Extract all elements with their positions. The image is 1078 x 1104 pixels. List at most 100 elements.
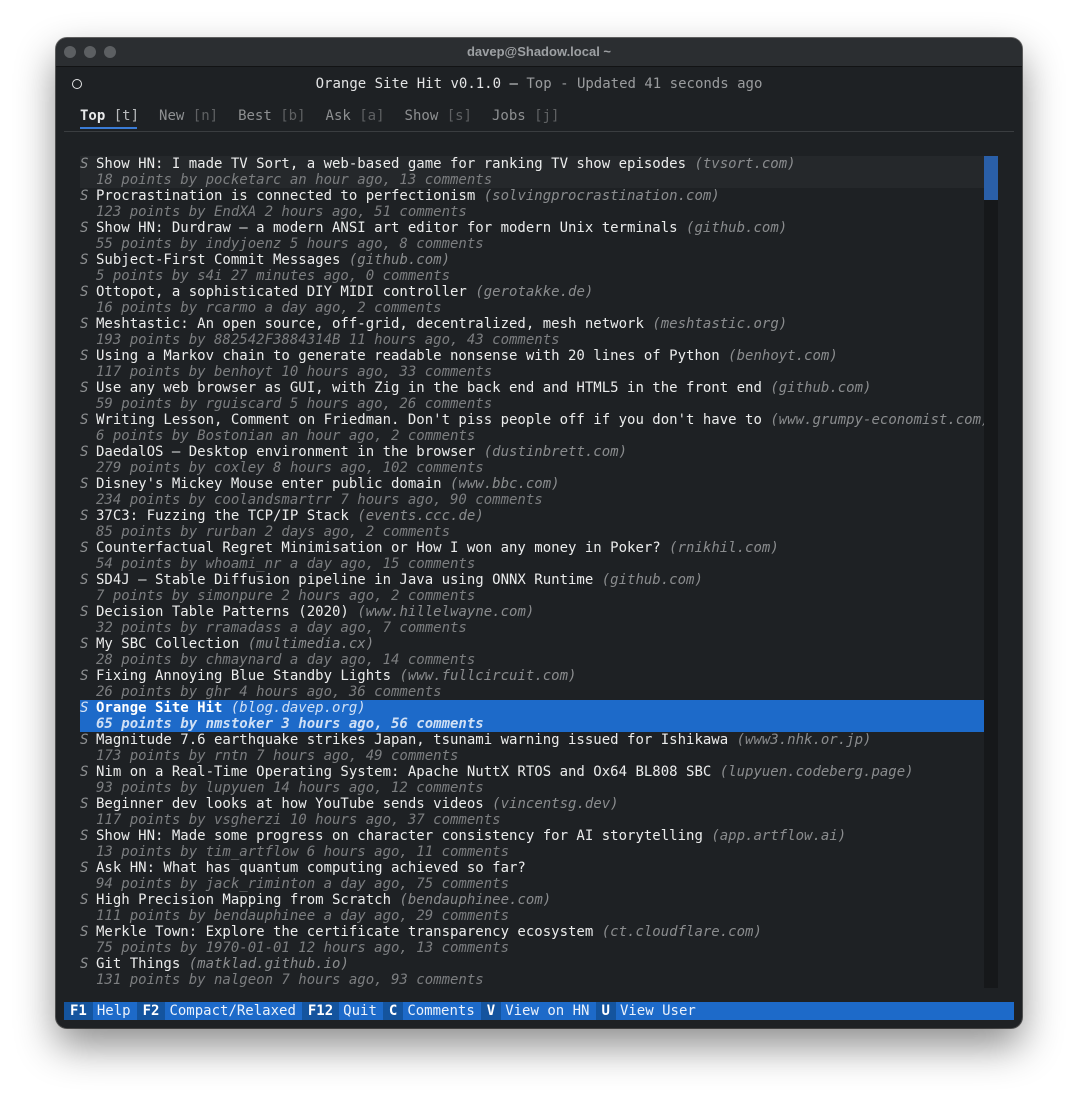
- story-item[interactable]: S High Precision Mapping from Scratch (be…: [80, 892, 984, 924]
- story-meta: 32 points by rramadass a day ago, 7 comm…: [96, 620, 467, 636]
- story-item[interactable]: S Disney's Mickey Mouse enter public doma…: [80, 476, 984, 508]
- story-type-marker: S: [80, 284, 89, 300]
- footer-key-u[interactable]: U: [595, 1002, 616, 1020]
- story-meta: 54 points by whoami_nr a day ago, 15 com…: [96, 556, 476, 572]
- footer-key-f12-label[interactable]: Quit: [339, 1002, 383, 1020]
- window-title: davep@Shadow.local ~: [466, 44, 612, 59]
- story-type-marker: S: [80, 828, 89, 844]
- story-item[interactable]: S Show HN: I made TV Sort, a web-based ga…: [80, 156, 984, 188]
- story-item[interactable]: S Fixing Annoying Blue Standby Lights (ww…: [80, 668, 984, 700]
- story-type-marker: S: [80, 316, 89, 332]
- tab-best[interactable]: Best [b]: [238, 107, 305, 125]
- story-title: Writing Lesson, Comment on Friedman. Don…: [96, 412, 762, 428]
- tab-show[interactable]: Show [s]: [405, 107, 472, 125]
- story-item[interactable]: S Show HN: Made some progress on characte…: [80, 828, 984, 860]
- story-domain: (blog.davep.org): [230, 700, 366, 716]
- footer-key-f1[interactable]: F1: [64, 1002, 93, 1020]
- story-type-marker: S: [80, 796, 89, 812]
- story-meta: 59 points by rguiscard 5 hours ago, 26 c…: [96, 396, 493, 412]
- story-item[interactable]: S Ottopot, a sophisticated DIY MIDI contr…: [80, 284, 984, 316]
- active-tab-underline: [80, 127, 137, 129]
- footer-key-c-label[interactable]: Comments: [403, 1002, 480, 1020]
- story-item[interactable]: S Show HN: Durdraw – a modern ANSI art ed…: [80, 220, 984, 252]
- tab-ask[interactable]: Ask [a]: [326, 107, 385, 125]
- tab-divider: [64, 131, 1014, 132]
- footer-key-f2[interactable]: F2: [136, 1002, 166, 1020]
- story-item[interactable]: S Use any web browser as GUI, with Zig in…: [80, 380, 984, 412]
- tab-shortcut: [a]: [359, 108, 385, 124]
- footer-key-u-label[interactable]: View User: [616, 1002, 702, 1020]
- story-domain: (www.hillelwayne.com): [357, 604, 535, 620]
- tab-label: Ask: [325, 108, 351, 124]
- story-item[interactable]: S Counterfactual Regret Minimisation or H…: [80, 540, 984, 572]
- story-list[interactable]: S Show HN: I made TV Sort, a web-based ga…: [80, 156, 989, 988]
- story-title-line: SD4J – Stable Diffusion pipeline in Java…: [96, 572, 703, 588]
- story-item[interactable]: S DaedalOS – Desktop environment in the b…: [80, 444, 984, 476]
- story-title-line: Git Things (matklad.github.io): [96, 956, 349, 972]
- story-title: Subject-First Commit Messages: [96, 252, 341, 268]
- story-domain: (tvsort.com): [694, 156, 796, 172]
- story-domain: (solvingprocrastination.com): [483, 188, 720, 204]
- story-item[interactable]: S Magnitude 7.6 earthquake strikes Japan,…: [80, 732, 984, 764]
- scrollbar-thumb[interactable]: [984, 156, 998, 200]
- story-item[interactable]: S Git Things (matklad.github.io) 131 point…: [80, 956, 984, 988]
- story-item[interactable]: S My SBC Collection (multimedia.cx) 28 poi…: [80, 636, 984, 668]
- tab-jobs[interactable]: Jobs [j]: [492, 107, 559, 125]
- story-item[interactable]: S Writing Lesson, Comment on Friedman. Do…: [80, 412, 989, 444]
- story-item[interactable]: S Procrastination is connected to perfect…: [80, 188, 984, 220]
- scrollbar[interactable]: [984, 156, 998, 988]
- terminal-window: davep@Shadow.local ~ Orange Site Hit v0.…: [56, 38, 1022, 1028]
- story-type-marker: S: [80, 572, 89, 588]
- tab-top[interactable]: Top [t]: [80, 107, 139, 125]
- tab-new[interactable]: New [n]: [159, 107, 218, 125]
- story-title: Orange Site Hit: [96, 700, 223, 716]
- story-domain: (events.ccc.de): [357, 508, 484, 524]
- story-domain: (rnikhil.com): [669, 540, 779, 556]
- footer-key-v-label[interactable]: View on HN: [501, 1002, 595, 1020]
- story-title-line: Disney's Mickey Mouse enter public domai…: [96, 476, 560, 492]
- story-type-marker: S: [80, 444, 89, 460]
- story-item[interactable]: S Nim on a Real-Time Operating System: Ap…: [80, 764, 984, 796]
- story-title: Ask HN: What has quantum computing achie…: [96, 860, 526, 876]
- story-domain: (gerotakke.de): [475, 284, 594, 300]
- story-item[interactable]: S Orange Site Hit (blog.davep.org) 65 poin…: [80, 700, 984, 732]
- story-type-marker: S: [80, 892, 89, 908]
- story-item[interactable]: S Decision Table Patterns (2020) (www.hil…: [80, 604, 984, 636]
- footer-key-f12[interactable]: F12: [301, 1002, 340, 1020]
- story-title: Meshtastic: An open source, off-grid, de…: [96, 316, 644, 332]
- story-type-marker: S: [80, 188, 89, 204]
- story-item[interactable]: S SD4J – Stable Diffusion pipeline in Jav…: [80, 572, 984, 604]
- story-meta: 7 points by simonpure 2 hours ago, 2 com…: [96, 588, 476, 604]
- app-title: Orange Site Hit v0.1.0: [315, 76, 502, 92]
- footer-key-f1-label[interactable]: Help: [93, 1002, 137, 1020]
- story-domain: (github.com): [770, 380, 872, 396]
- story-item[interactable]: S Beginner dev looks at how YouTube sends…: [80, 796, 984, 828]
- story-title-line: 37C3: Fuzzing the TCP/IP Stack (events.c…: [96, 508, 484, 524]
- story-title-line: Fixing Annoying Blue Standby Lights (www…: [96, 668, 576, 684]
- story-title: Decision Table Patterns (2020): [96, 604, 349, 620]
- story-type-marker: S: [80, 348, 89, 364]
- story-item[interactable]: S Subject-First Commit Messages (github.c…: [80, 252, 984, 284]
- story-title: Magnitude 7.6 earthquake strikes Japan, …: [96, 732, 729, 748]
- key-bindings-bar: F1 Help F2 Compact/Relaxed F12 Quit C Comments V…: [64, 1002, 1014, 1020]
- footer-key-c[interactable]: C: [382, 1002, 404, 1020]
- story-item[interactable]: S Using a Markov chain to generate readab…: [80, 348, 984, 380]
- story-item[interactable]: S Ask HN: What has quantum computing achi…: [80, 860, 984, 892]
- story-type-marker: S: [80, 764, 89, 780]
- story-title: Fixing Annoying Blue Standby Lights: [96, 668, 392, 684]
- tab-label: Best: [238, 108, 272, 124]
- story-meta: 131 points by nalgeon 7 hours ago, 93 co…: [96, 972, 484, 988]
- footer-key-f2-label[interactable]: Compact/Relaxed: [165, 1002, 301, 1020]
- story-type-marker: S: [80, 668, 89, 684]
- story-item[interactable]: S Meshtastic: An open source, off-grid, d…: [80, 316, 984, 348]
- story-domain: (github.com): [686, 220, 788, 236]
- story-item[interactable]: S Merkle Town: Explore the certificate tr…: [80, 924, 984, 956]
- story-domain: (meshtastic.org): [652, 316, 788, 332]
- story-title-line: Ask HN: What has quantum computing achie…: [96, 860, 526, 876]
- story-type-marker: S: [80, 412, 89, 428]
- story-title-line: Use any web browser as GUI, with Zig in …: [96, 380, 871, 396]
- footer-key-v[interactable]: V: [480, 1002, 502, 1020]
- story-item[interactable]: S 37C3: Fuzzing the TCP/IP Stack (events.…: [80, 508, 984, 540]
- tab-label: Show: [404, 108, 439, 124]
- story-domain: (dustinbrett.com): [483, 444, 628, 460]
